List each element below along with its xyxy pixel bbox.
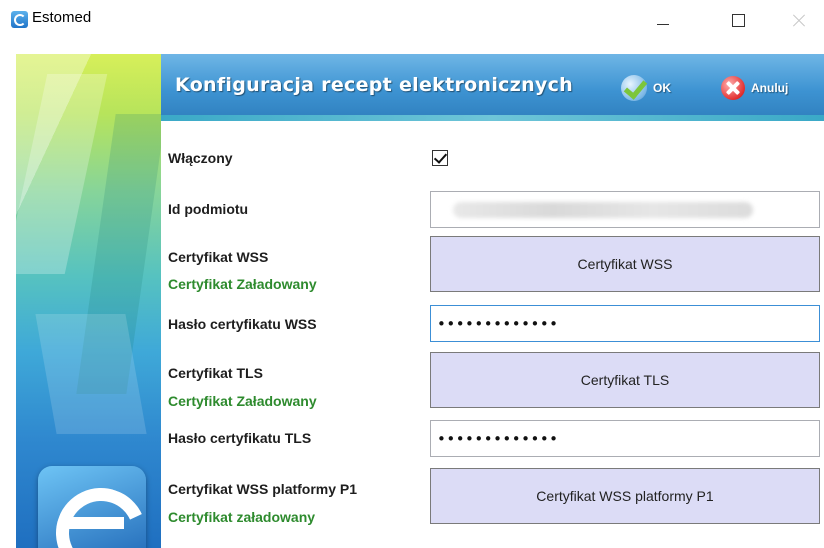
ok-button[interactable]: OK (621, 74, 671, 102)
entity-id-label: Id podmiotu (168, 201, 249, 217)
wss-password-label: Hasło certyfikatu WSS (168, 316, 317, 332)
redacted-value (453, 201, 753, 218)
tls-cert-button[interactable]: Certyfikat TLS (430, 352, 820, 408)
ok-label: OK (653, 81, 671, 95)
tls-cert-status: Certyfikat Załadowany (168, 393, 317, 409)
wss-cert-status: Certyfikat Załadowany (168, 276, 317, 292)
close-button[interactable] (776, 0, 822, 40)
window-title: Estomed (32, 9, 92, 26)
tls-cert-label: Certyfikat TLS (168, 365, 263, 381)
banner-shard (16, 74, 108, 274)
enabled-label: Włączony (168, 150, 233, 166)
wss-cert-button[interactable]: Certyfikat WSS (430, 236, 820, 292)
cancel-label: Anuluj (751, 81, 789, 95)
tls-password-field[interactable]: ••••••••••••• (430, 420, 820, 457)
p1-cert-status: Certyfikat załadowany (168, 509, 316, 525)
cancel-button[interactable]: Anuluj (721, 74, 788, 102)
wss-password-field[interactable]: ••••••••••••• (430, 305, 820, 342)
p1-cert-label: Certyfikat WSS platformy P1 (168, 481, 358, 497)
tls-password-label: Hasło certyfikatu TLS (168, 430, 312, 446)
title-bar: Estomed (0, 0, 824, 46)
maximize-button[interactable] (715, 0, 761, 40)
dialog-title: Konfiguracja recept elektronicznych (175, 74, 573, 96)
dialog-header: Konfiguracja recept elektronicznych OK A… (161, 54, 824, 121)
entity-id-field[interactable] (430, 191, 820, 228)
side-banner (16, 54, 161, 548)
estomed-logo (38, 466, 146, 548)
app-icon (11, 11, 28, 28)
checkmark-icon (621, 75, 647, 101)
enabled-checkbox[interactable] (432, 150, 448, 166)
minimize-button[interactable] (640, 0, 686, 40)
cancel-icon (721, 76, 745, 100)
wss-cert-label: Certyfikat WSS (168, 249, 269, 265)
p1-cert-button[interactable]: Certyfikat WSS platformy P1 (430, 468, 820, 524)
